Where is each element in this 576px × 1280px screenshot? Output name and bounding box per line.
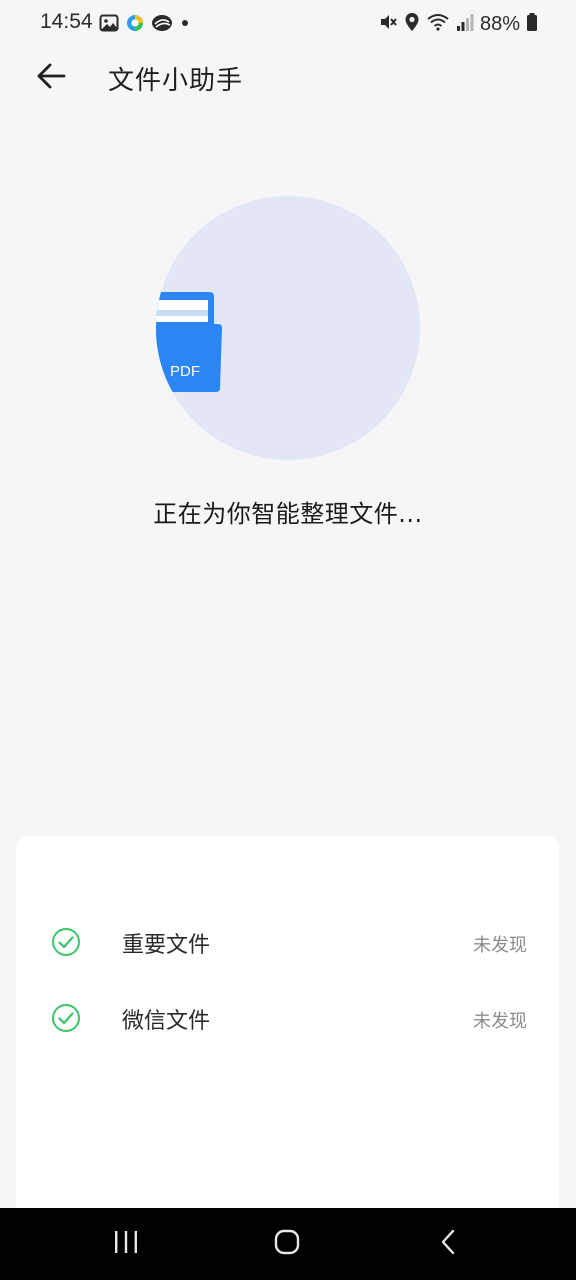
status-right-icons: 88%	[378, 12, 538, 36]
pdf-file-icon: PDF	[156, 290, 224, 398]
navigation-bar	[0, 1208, 576, 1280]
home-button[interactable]	[257, 1224, 317, 1264]
battery-icon	[526, 12, 538, 36]
app-icon	[125, 13, 145, 37]
mute-icon	[378, 12, 398, 36]
result-label: 重要文件	[122, 933, 211, 958]
wifi-icon	[426, 12, 450, 36]
status-bar: 14:54 88%	[0, 0, 576, 48]
progress-text: 正在为你智能整理文件...	[153, 500, 423, 528]
location-icon	[404, 12, 420, 36]
check-circle-icon	[50, 1002, 82, 1034]
scan-illustration: PDF	[156, 196, 420, 460]
result-label: 微信文件	[122, 1009, 211, 1034]
result-row-important[interactable]: 重要文件 未发现	[16, 912, 559, 972]
pdf-label: PDF	[170, 363, 200, 380]
result-card: 重要文件 未发现 微信文件 未发现	[16, 836, 559, 1226]
recent-apps-icon	[113, 1230, 139, 1258]
arrow-left-icon	[36, 62, 66, 94]
dot-icon	[179, 13, 191, 37]
home-icon	[273, 1228, 301, 1260]
status-left-icons	[99, 13, 191, 37]
check-circle-icon	[50, 926, 82, 958]
signal-icon	[456, 12, 474, 36]
result-row-wechat[interactable]: 微信文件 未发现	[16, 988, 559, 1048]
system-back-button[interactable]	[418, 1224, 478, 1264]
battery-percent: 88%	[479, 12, 520, 35]
recent-apps-button[interactable]	[96, 1224, 156, 1264]
result-status: 未发现	[473, 1011, 527, 1032]
result-status: 未发现	[473, 935, 527, 956]
header: 文件小助手	[0, 48, 576, 108]
back-icon	[438, 1228, 458, 1260]
back-button[interactable]	[28, 56, 74, 100]
page-title: 文件小助手	[108, 66, 244, 96]
status-time: 14:54	[40, 10, 93, 33]
app-icon	[151, 13, 173, 37]
image-icon	[99, 13, 119, 37]
